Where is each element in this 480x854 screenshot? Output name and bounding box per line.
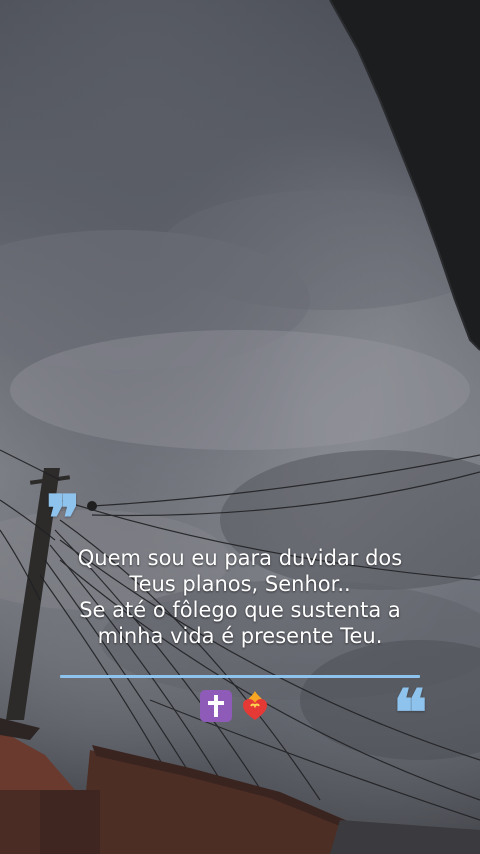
quote-line: Quem sou eu para duvidar dos: [77, 546, 403, 570]
close-quote-icon: ❝: [393, 676, 428, 751]
quote-line: Se até o fôlego que sustenta a: [79, 598, 401, 622]
emoji-row: [200, 688, 280, 724]
open-quote-icon: ❞: [46, 482, 81, 557]
photo-story: ❞ Quem sou eu para duvidar dos Teus plan…: [0, 0, 480, 854]
quote-text: Quem sou eu para duvidar dos Teus planos…: [40, 545, 440, 649]
quote-divider: [60, 675, 420, 678]
burning-heart-icon: [243, 691, 267, 720]
quote-line: minha vida é presente Teu.: [97, 624, 383, 648]
quote-line: Teus planos, Senhor..: [129, 572, 351, 596]
latin-cross-icon: [200, 690, 232, 722]
house-center: [80, 750, 360, 854]
